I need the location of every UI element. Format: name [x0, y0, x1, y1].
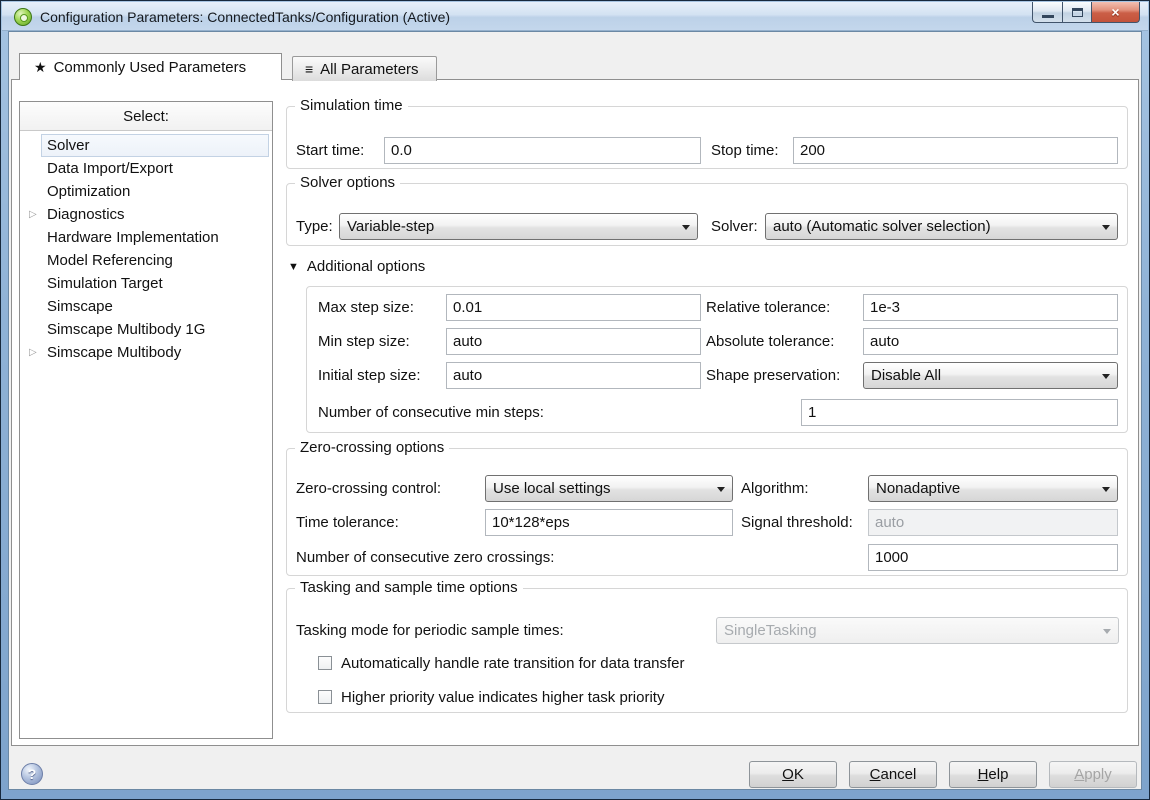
signal-threshold-label: Signal threshold: — [741, 514, 853, 531]
expand-arrow-icon[interactable]: ▷ — [29, 203, 37, 226]
min-step-size-input[interactable] — [446, 328, 701, 355]
time-tolerance-input[interactable] — [485, 509, 733, 536]
close-button[interactable]: × — [1092, 2, 1140, 23]
category-list: Solver Data Import/Export Optimization ▷… — [20, 131, 272, 364]
zero-crossing-control-label: Zero-crossing control: — [296, 480, 441, 497]
maximize-button[interactable] — [1062, 2, 1092, 23]
shape-preservation-label: Shape preservation: — [706, 367, 840, 384]
dropdown-arrow-icon — [1103, 629, 1111, 634]
help-icon[interactable]: ? — [21, 763, 43, 785]
maximize-icon — [1072, 8, 1083, 17]
initial-step-size-label: Initial step size: — [318, 367, 421, 384]
relative-tolerance-label: Relative tolerance: — [706, 299, 830, 316]
sidebar-item-optimization[interactable]: Optimization — [20, 180, 272, 203]
sidebar-item-data-import-export[interactable]: Data Import/Export — [20, 157, 272, 180]
sidebar-header: Select: — [20, 102, 272, 131]
sidebar-item-hardware-implementation[interactable]: Hardware Implementation — [20, 226, 272, 249]
absolute-tolerance-input[interactable] — [863, 328, 1118, 355]
higher-priority-label: Higher priority value indicates higher t… — [341, 689, 664, 706]
group-legend: Solver options — [295, 174, 400, 191]
minimize-icon — [1042, 15, 1054, 18]
algorithm-dropdown[interactable]: Nonadaptive — [868, 475, 1118, 502]
dropdown-arrow-icon — [1102, 487, 1110, 492]
star-icon: ★ — [34, 59, 47, 76]
zero-crossing-control-dropdown[interactable]: Use local settings — [485, 475, 733, 502]
time-tolerance-label: Time tolerance: — [296, 514, 399, 531]
start-time-label: Start time: — [296, 142, 364, 159]
tab-label: All Parameters — [320, 61, 418, 78]
category-sidebar: Select: Solver Data Import/Export Optimi… — [19, 101, 273, 739]
algorithm-label: Algorithm: — [741, 480, 809, 497]
absolute-tolerance-label: Absolute tolerance: — [706, 333, 834, 350]
cancel-button[interactable]: Cancel — [849, 761, 937, 788]
auto-rate-transition-label: Automatically handle rate transition for… — [341, 655, 685, 672]
sidebar-item-simulation-target[interactable]: Simulation Target — [20, 272, 272, 295]
ok-button[interactable]: OK — [749, 761, 837, 788]
solver-label: Solver: — [711, 218, 758, 235]
minimize-button[interactable] — [1032, 2, 1062, 23]
tab-label: Commonly Used Parameters — [54, 59, 247, 76]
expand-arrow-icon[interactable]: ▷ — [29, 341, 37, 364]
group-legend: Zero-crossing options — [295, 439, 449, 456]
group-legend: Simulation time — [295, 97, 408, 114]
solver-dropdown[interactable]: auto (Automatic solver selection) — [765, 213, 1118, 240]
additional-options-toggle[interactable]: ▼ Additional options — [288, 258, 425, 275]
group-legend: Tasking and sample time options — [295, 579, 523, 596]
sidebar-item-solver[interactable]: Solver — [20, 134, 272, 157]
dialog-body: ★ Commonly Used Parameters ≡ All Paramet… — [8, 31, 1142, 790]
dropdown-arrow-icon — [682, 225, 690, 230]
consecutive-min-steps-input[interactable] — [801, 399, 1118, 426]
dropdown-arrow-icon — [717, 487, 725, 492]
title-bar[interactable]: Configuration Parameters: ConnectedTanks… — [2, 2, 1148, 31]
consecutive-min-steps-label: Number of consecutive min steps: — [318, 404, 544, 421]
sidebar-item-diagnostics[interactable]: ▷Diagnostics — [20, 203, 272, 226]
dropdown-arrow-icon — [1102, 225, 1110, 230]
help-button[interactable]: Help — [949, 761, 1037, 788]
window-title: Configuration Parameters: ConnectedTanks… — [40, 9, 450, 25]
sidebar-item-simscape-multibody-1g[interactable]: Simscape Multibody 1G — [20, 318, 272, 341]
tab-all-parameters[interactable]: ≡ All Parameters — [292, 56, 437, 81]
apply-button: Apply — [1049, 761, 1137, 788]
simulink-config-icon — [14, 8, 32, 26]
consecutive-zero-crossings-label: Number of consecutive zero crossings: — [296, 549, 554, 566]
collapse-triangle-icon: ▼ — [288, 261, 299, 273]
min-step-size-label: Min step size: — [318, 333, 410, 350]
additional-options-header: Additional options — [307, 258, 425, 275]
relative-tolerance-input[interactable] — [863, 294, 1118, 321]
stop-time-label: Stop time: — [711, 142, 779, 159]
sidebar-item-simscape-multibody[interactable]: ▷Simscape Multibody — [20, 341, 272, 364]
menu-icon: ≡ — [305, 61, 313, 77]
sidebar-item-simscape[interactable]: Simscape — [20, 295, 272, 318]
max-step-size-input[interactable] — [446, 294, 701, 321]
signal-threshold-input — [868, 509, 1118, 536]
tasking-mode-label: Tasking mode for periodic sample times: — [296, 622, 564, 639]
sidebar-item-model-referencing[interactable]: Model Referencing — [20, 249, 272, 272]
auto-rate-transition-checkbox[interactable] — [318, 656, 332, 670]
consecutive-zero-crossings-input[interactable] — [868, 544, 1118, 571]
solver-type-label: Type: — [296, 218, 333, 235]
dropdown-arrow-icon — [1102, 374, 1110, 379]
tasking-mode-dropdown: SingleTasking — [716, 617, 1119, 644]
configuration-parameters-window: Configuration Parameters: ConnectedTanks… — [0, 0, 1150, 800]
max-step-size-label: Max step size: — [318, 299, 414, 316]
stop-time-input[interactable] — [793, 137, 1118, 164]
solver-type-dropdown[interactable]: Variable-step — [339, 213, 698, 240]
tab-commonly-used-parameters[interactable]: ★ Commonly Used Parameters — [19, 53, 282, 80]
start-time-input[interactable] — [384, 137, 701, 164]
initial-step-size-input[interactable] — [446, 362, 701, 389]
close-icon: × — [1111, 4, 1119, 20]
shape-preservation-dropdown[interactable]: Disable All — [863, 362, 1118, 389]
higher-priority-checkbox[interactable] — [318, 690, 332, 704]
